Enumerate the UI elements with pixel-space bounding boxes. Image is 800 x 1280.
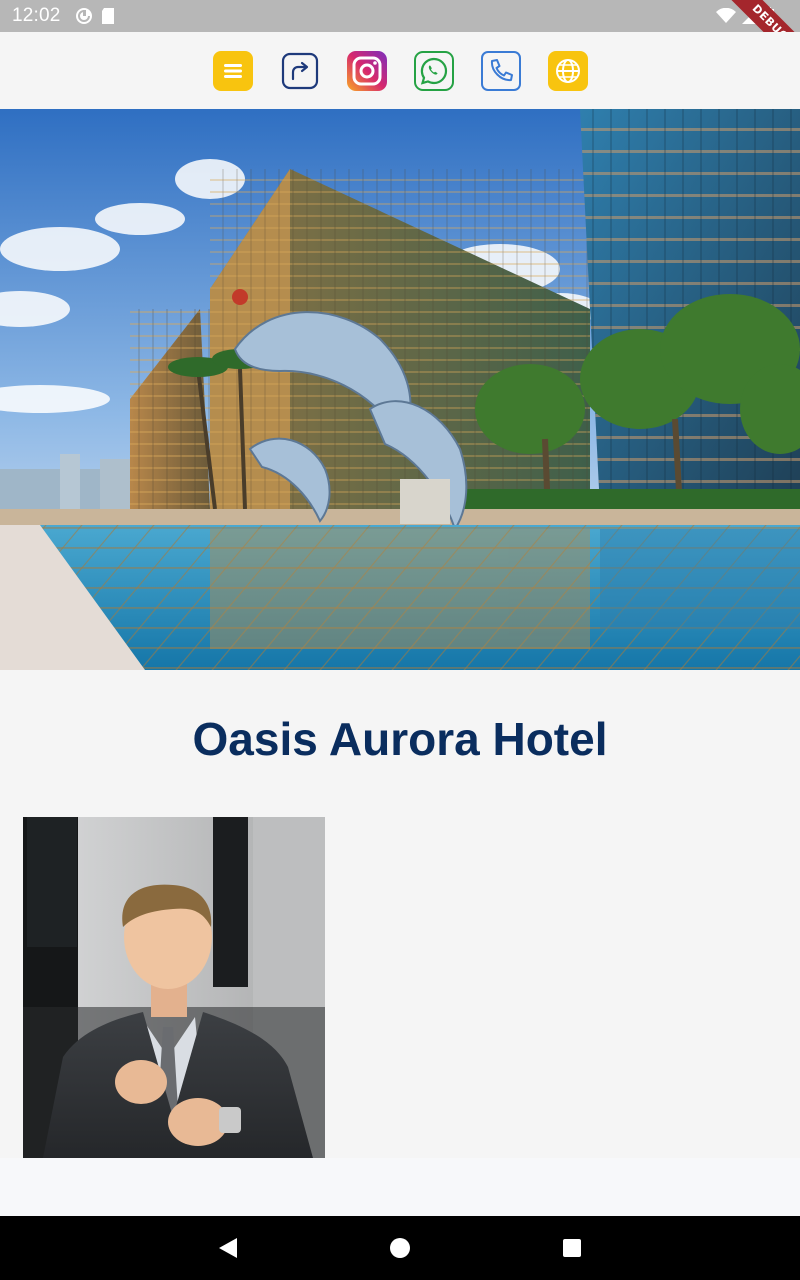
sync-icon bbox=[75, 8, 92, 24]
globe-icon bbox=[555, 58, 580, 83]
wifi-icon bbox=[716, 8, 736, 23]
menu-icon bbox=[223, 63, 242, 78]
phone-button[interactable] bbox=[480, 50, 521, 91]
phone-icon bbox=[480, 50, 521, 91]
top-action-bar bbox=[0, 32, 800, 109]
share-icon bbox=[281, 52, 318, 89]
hotel-hero-image bbox=[0, 109, 800, 670]
nav-home-button[interactable] bbox=[385, 1233, 415, 1263]
sd-card-icon bbox=[101, 8, 114, 24]
nav-back-button[interactable] bbox=[213, 1233, 243, 1263]
whatsapp-button[interactable] bbox=[413, 50, 454, 91]
instagram-icon bbox=[346, 50, 387, 91]
app-screen: 12:02 DEBUG Oasis Aurora Hotel bbox=[0, 0, 800, 1280]
share-button[interactable] bbox=[280, 51, 320, 91]
whatsapp-icon bbox=[413, 50, 454, 91]
website-button[interactable] bbox=[547, 50, 588, 91]
nav-recents-button[interactable] bbox=[557, 1233, 587, 1263]
back-icon bbox=[219, 1238, 237, 1258]
instagram-button[interactable] bbox=[346, 50, 387, 91]
status-bar: 12:02 DEBUG bbox=[0, 0, 800, 74]
hotel-name-title: Oasis Aurora Hotel bbox=[192, 713, 608, 765]
content-footer-area bbox=[0, 1158, 800, 1216]
recents-icon bbox=[563, 1239, 581, 1257]
home-icon bbox=[390, 1238, 410, 1258]
system-navigation-bar bbox=[0, 1216, 800, 1280]
status-time: 12:02 bbox=[12, 5, 61, 26]
menu-button[interactable] bbox=[212, 50, 253, 91]
staff-portrait-image bbox=[23, 817, 325, 1158]
